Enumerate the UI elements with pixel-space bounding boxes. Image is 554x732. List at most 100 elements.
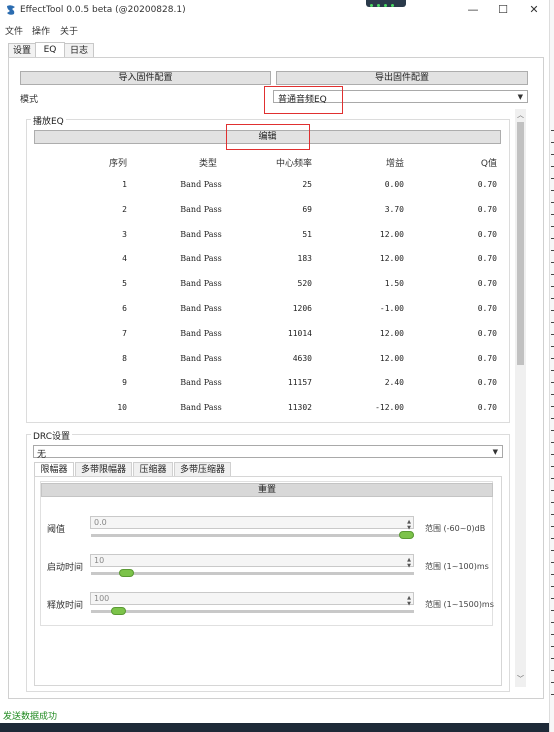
cell-q: 0.70: [477, 304, 497, 313]
col-header-gain: 增益: [385, 159, 404, 169]
app-logo-icon: [7, 5, 15, 15]
release-time-slider[interactable]: [91, 610, 414, 613]
cell-type: Band Pass: [180, 254, 222, 263]
threshold-slider[interactable]: [91, 534, 414, 537]
reset-button[interactable]: 重置: [41, 483, 493, 497]
threshold-slider-thumb[interactable]: [399, 531, 414, 539]
drc-group-title: DRC设置: [31, 429, 73, 442]
chevron-down-icon: ▼: [517, 93, 523, 101]
cell-gain: 0.00: [384, 180, 404, 189]
cell-gain: 12.00: [379, 254, 404, 263]
scrollbar-thumb[interactable]: [517, 122, 524, 365]
release-time-label: 释放时间: [47, 601, 84, 611]
subtab-compressor[interactable]: 压缩器: [133, 462, 173, 477]
highlight-box: [264, 86, 343, 114]
cell-q: 0.70: [477, 230, 497, 239]
cell-type: Band Pass: [180, 329, 222, 338]
cell-index: 8: [122, 354, 127, 363]
threshold-spinbox[interactable]: 0.0 ▲ ▼: [90, 516, 414, 531]
cell-type: Band Pass: [180, 230, 222, 239]
drc-mode-select[interactable]: 无 ▼: [33, 445, 503, 460]
cell-gain: 1.50: [384, 279, 404, 288]
cell-freq: 4630: [292, 354, 312, 363]
background-window-edge: [549, 0, 554, 732]
spin-down-icon[interactable]: ▼: [407, 599, 411, 610]
scroll-up-icon[interactable]: ︿: [517, 110, 524, 120]
cell-q: 0.70: [477, 403, 497, 412]
tab-settings[interactable]: 设置: [8, 43, 36, 58]
col-header-index: 序列: [108, 159, 127, 169]
menu-operation[interactable]: 操作: [32, 24, 50, 37]
cell-index: 4: [122, 254, 127, 263]
cell-freq: 183: [297, 254, 312, 263]
cell-gain: -12.00: [375, 403, 404, 412]
cell-freq: 11302: [287, 403, 312, 412]
close-button[interactable]: ✕: [527, 4, 541, 16]
threshold-label: 阈值: [47, 525, 66, 535]
attack-time-range: 范围 (1~100)ms: [425, 562, 489, 571]
col-header-type: 类型: [198, 159, 217, 169]
cell-q: 0.70: [477, 378, 497, 387]
cell-freq: 1206: [292, 304, 312, 313]
chevron-down-icon: ▼: [492, 448, 498, 456]
subtab-multiband-compressor[interactable]: 多带压缩器: [174, 462, 231, 477]
status-message: 发送数据成功: [3, 712, 58, 722]
cell-gain: 12.00: [379, 354, 404, 363]
attack-time-label: 启动时间: [47, 563, 84, 573]
cell-gain: -1.00: [379, 304, 404, 313]
cell-type: Band Pass: [180, 354, 222, 363]
spin-down-icon[interactable]: ▼: [407, 561, 411, 572]
cell-gain: 3.70: [384, 205, 404, 214]
cell-index: 5: [122, 279, 127, 288]
cell-q: 0.70: [477, 354, 497, 363]
cell-index: 9: [122, 378, 127, 387]
cell-q: 0.70: [477, 279, 497, 288]
cell-freq: 69: [302, 205, 312, 214]
attack-time-value: 10: [94, 556, 105, 565]
export-config-button[interactable]: 导出固件配置: [276, 71, 528, 85]
col-header-freq: 中心频率: [275, 159, 312, 169]
menu-file[interactable]: 文件: [5, 24, 23, 37]
release-time-range: 范围 (1~1500)ms: [425, 600, 494, 609]
window-title: EffectTool 0.0.5 beta (@20200828.1): [20, 5, 186, 15]
cell-gain: 12.00: [379, 329, 404, 338]
tab-log[interactable]: 日志: [64, 43, 94, 58]
cell-index: 2: [122, 205, 127, 214]
subtab-multiband-limiter[interactable]: 多带限幅器: [75, 462, 132, 477]
release-time-slider-thumb[interactable]: [111, 607, 126, 615]
cell-freq: 11014: [287, 329, 312, 338]
drc-mode-value: 无: [37, 450, 47, 460]
cell-index: 6: [122, 304, 127, 313]
cell-q: 0.70: [477, 254, 497, 263]
cell-index: 3: [122, 230, 127, 239]
menu-about[interactable]: 关于: [60, 24, 78, 37]
minimize-button[interactable]: —: [466, 4, 480, 16]
cell-freq: 51: [302, 230, 312, 239]
attack-time-slider-thumb[interactable]: [119, 569, 134, 577]
cell-index: 1: [122, 180, 127, 189]
maximize-button[interactable]: ☐: [496, 4, 510, 16]
highlight-box: [226, 124, 310, 150]
cell-freq: 11157: [287, 378, 312, 387]
attack-time-slider[interactable]: [91, 572, 414, 575]
cell-index: 10: [117, 403, 127, 412]
threshold-value: 0.0: [94, 518, 107, 527]
release-time-value: 100: [94, 594, 110, 603]
col-header-q: Q值: [480, 159, 497, 169]
cell-type: Band Pass: [180, 279, 222, 288]
scroll-down-icon[interactable]: ﹀: [517, 674, 524, 684]
tab-eq[interactable]: EQ: [35, 42, 65, 58]
subtab-limiter[interactable]: 限幅器: [34, 462, 74, 477]
release-time-spinbox[interactable]: 100 ▲ ▼: [90, 592, 414, 607]
window-indicator: [366, 0, 406, 7]
import-config-button[interactable]: 导入固件配置: [20, 71, 271, 85]
cell-q: 0.70: [477, 180, 497, 189]
cell-gain: 12.00: [379, 230, 404, 239]
attack-time-spinbox[interactable]: 10 ▲ ▼: [90, 554, 414, 569]
cell-type: Band Pass: [180, 378, 222, 387]
playback-eq-title: 播放EQ: [31, 114, 66, 127]
cell-q: 0.70: [477, 205, 497, 214]
menu-bar: [0, 22, 548, 38]
cell-index: 7: [122, 329, 127, 338]
os-taskbar: [0, 723, 554, 732]
